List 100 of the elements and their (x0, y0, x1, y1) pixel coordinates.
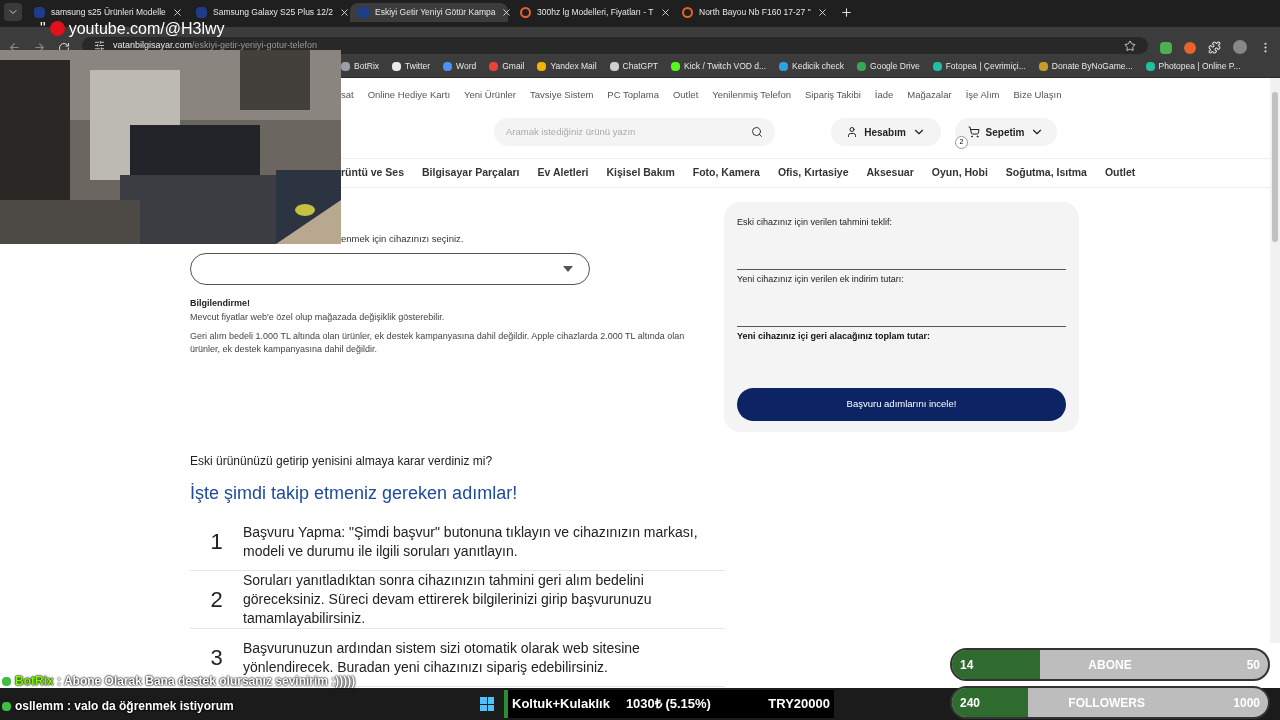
extension-icon[interactable] (1160, 42, 1172, 54)
category-link[interactable]: Ofis, Kırtasiye (777, 165, 849, 181)
close-icon[interactable] (659, 7, 671, 18)
bookmark[interactable]: Kedicik check (779, 60, 845, 73)
category-link[interactable]: Soğutma, Isıtma (1005, 165, 1087, 181)
steps-heading: İşte şimdi takip etmeniz gereken adımlar! (190, 482, 519, 505)
extensions-icon[interactable] (1208, 41, 1221, 54)
chat-badge-icon (2, 701, 11, 711)
user-icon (846, 126, 859, 138)
browser-tab[interactable]: North Bayou Nb F160 17-27 " (674, 3, 832, 22)
caret-icon (563, 266, 573, 273)
extension-icon[interactable] (1184, 42, 1196, 54)
step-text: Başvurunuzun ardından sistem sizi otomatik olarak web sitesine yönlendirecek. Buradan yeni cihazınızı sipariş edebilirsiniz. (243, 638, 641, 675)
info-text: Geri alım bedeli 1.000 TL altında olan ürünler, ek destek kampanyasına dahil değildir. Apple cihazlarda 2.000 TL altında olan ürünler, ek destek kampanyasına dahil değildir. (190, 329, 686, 356)
bookmark[interactable]: Twitter (392, 60, 431, 73)
category-link[interactable]: Aksesuar (866, 165, 914, 181)
step-text: Soruları yanıtladıktan sonra cihazınızın tahmini geri alım bedelini göreceksiniz. Süreci devam ettirerek bilgilerinizi girip başvurunuzu tamamlayabilirsiniz. (243, 571, 653, 628)
device-prompt: enmek için cihazınızı seçiniz. (340, 232, 465, 246)
quote-mark: " (40, 21, 46, 36)
bookmark[interactable]: Kick / Twitch VOD d... (671, 60, 767, 73)
top-link[interactable]: Tavsiye Sistem (530, 87, 594, 103)
account-button[interactable]: Hesabım (831, 118, 941, 146)
tab-list-button[interactable] (4, 3, 22, 21)
info-title: Bilgilendirme! (190, 297, 251, 311)
category-link[interactable]: Foto, Kamera (692, 165, 760, 181)
steps-button[interactable]: Başvuru adımlarını incele! (737, 387, 1066, 421)
tab-title: North Bayou Nb F160 17-27 " (699, 6, 811, 19)
goal-current: 240 (960, 694, 981, 712)
category-link[interactable]: Bilgisayar Parçaları (422, 165, 520, 181)
total-label: Yeni cihazınız içi geri alacağınız toplam tutar: (737, 330, 932, 343)
tab-title: 300hz lg Modelleri, Fiyatları - T (537, 6, 654, 19)
browser-tab[interactable]: 300hz lg Modelleri, Fiyatları - T (512, 3, 670, 22)
bookmark[interactable]: Photopea | Online P... (1145, 60, 1241, 73)
category-link[interactable]: Kişisel Bakım (606, 165, 675, 181)
windows-start-icon[interactable] (480, 697, 494, 711)
site-icon (196, 7, 207, 18)
goal-current: 14 (960, 656, 974, 674)
chat-message: osllemm : valo da öğrenmek istiyorum (15, 698, 234, 715)
bookmark[interactable]: ChatGPT (609, 60, 659, 73)
category-link[interactable]: rüntü ve Ses (341, 165, 405, 181)
field-label: Eski cihazınız için verilen tahmini teklif: (737, 216, 894, 229)
site-icon (520, 7, 531, 18)
top-link[interactable]: Yenilenmiş Telefon (712, 87, 791, 103)
site-icon (34, 7, 45, 18)
question-text: Eski ürününüzü getirip yenisini almaya karar verdiniz mi? (190, 453, 494, 470)
top-link[interactable]: sat (341, 87, 354, 103)
step-number: 2 (209, 586, 224, 614)
chat-message: BotRix : Abone Olarak Bana destek olursanız sevinirim :))))) (15, 674, 356, 690)
browser-tab[interactable]: samsung s25 Ürünleri Modelle (26, 3, 184, 22)
profile-avatar[interactable] (1233, 40, 1247, 54)
browser-tab[interactable]: Eskiyi Getir Yeniyi Götür Kampa (350, 3, 508, 22)
goal-label: ABONE (1087, 656, 1133, 674)
bookmark[interactable]: Donate ByNoGame... (1038, 60, 1133, 73)
field-label: Yeni cihazınız için verilen ek indirim tutarı: (737, 273, 905, 286)
step-number: 3 (209, 644, 224, 672)
bookmark[interactable]: Fotopea | Çevrimiçi... (932, 60, 1026, 73)
top-link[interactable]: PC Toplama (607, 87, 659, 103)
goal-target: 50 (1246, 656, 1260, 674)
top-link[interactable]: Outlet (672, 87, 699, 103)
step-number: 1 (209, 528, 224, 556)
bookmark[interactable]: Google Drive (857, 60, 920, 73)
top-link[interactable]: Bize Ulaşın (1013, 87, 1062, 103)
goal-label: FOLLOWERS (1067, 694, 1146, 712)
search-icon[interactable] (751, 126, 763, 138)
channel-text: youtube.com/@H3lwy (68, 21, 225, 36)
site-settings-icon[interactable] (94, 40, 105, 51)
category-link[interactable]: Outlet (1104, 165, 1136, 181)
goal-target: 1000 (1233, 694, 1260, 712)
bookmark[interactable]: Yandex Mail (537, 60, 597, 73)
new-tab-icon[interactable] (840, 6, 853, 19)
ticker-name: Koltuk+Kulaklık (512, 695, 610, 714)
close-icon[interactable] (171, 7, 183, 18)
top-link[interactable]: Sipariş Takibi (805, 87, 861, 103)
top-link[interactable]: Yeni Ürünler (464, 87, 516, 103)
close-icon[interactable] (816, 7, 828, 18)
info-text: Mevcut fiyatlar web'e özel olup mağazada değişiklik gösterebilir. (190, 310, 446, 324)
top-link[interactable]: Mağazalar (907, 87, 952, 103)
top-link[interactable]: İade (874, 87, 894, 103)
close-icon[interactable] (339, 7, 350, 18)
category-link[interactable]: Oyun, Hobi (931, 165, 988, 181)
tab-title: Samsung Galaxy S25 Plus 12/2 (213, 6, 333, 19)
top-link[interactable]: İşe Alım (965, 87, 1000, 103)
cart-icon (967, 126, 980, 138)
scrollbar[interactable] (1270, 78, 1280, 643)
tab-title: Eskiyi Getir Yeniyi Götür Kampa (375, 6, 496, 19)
top-link[interactable]: Online Hediye Kartı (367, 87, 451, 103)
bookmark[interactable]: Gmail (489, 60, 525, 73)
bookmark[interactable]: BotRix (341, 60, 380, 73)
address-field[interactable]: vatanbilgisayar.com/eskiyi-getir-yeniyi-gotur-telefon (82, 37, 1148, 54)
tab-title: samsung s25 Ürünleri Modelle (51, 6, 166, 19)
step-text: Başvuru Yapma: "Şimdi başvur" butonuna tıklayın ve cihazınızın markası, modeli ve durumu ile ilgili soruları yanıtlayın. (243, 522, 699, 561)
ticker-price: 1030₺ (5.15%) (625, 695, 711, 714)
browser-tab[interactable]: Samsung Galaxy S25 Plus 12/2 (188, 3, 346, 22)
bookmark[interactable]: Word (443, 60, 477, 73)
site-icon (682, 7, 693, 18)
bookmark-star-icon[interactable] (1124, 39, 1136, 52)
site-icon (358, 7, 369, 18)
category-link[interactable]: Ev Aletleri (537, 165, 589, 181)
chat-badge-icon (2, 676, 11, 686)
close-icon[interactable] (501, 7, 513, 18)
